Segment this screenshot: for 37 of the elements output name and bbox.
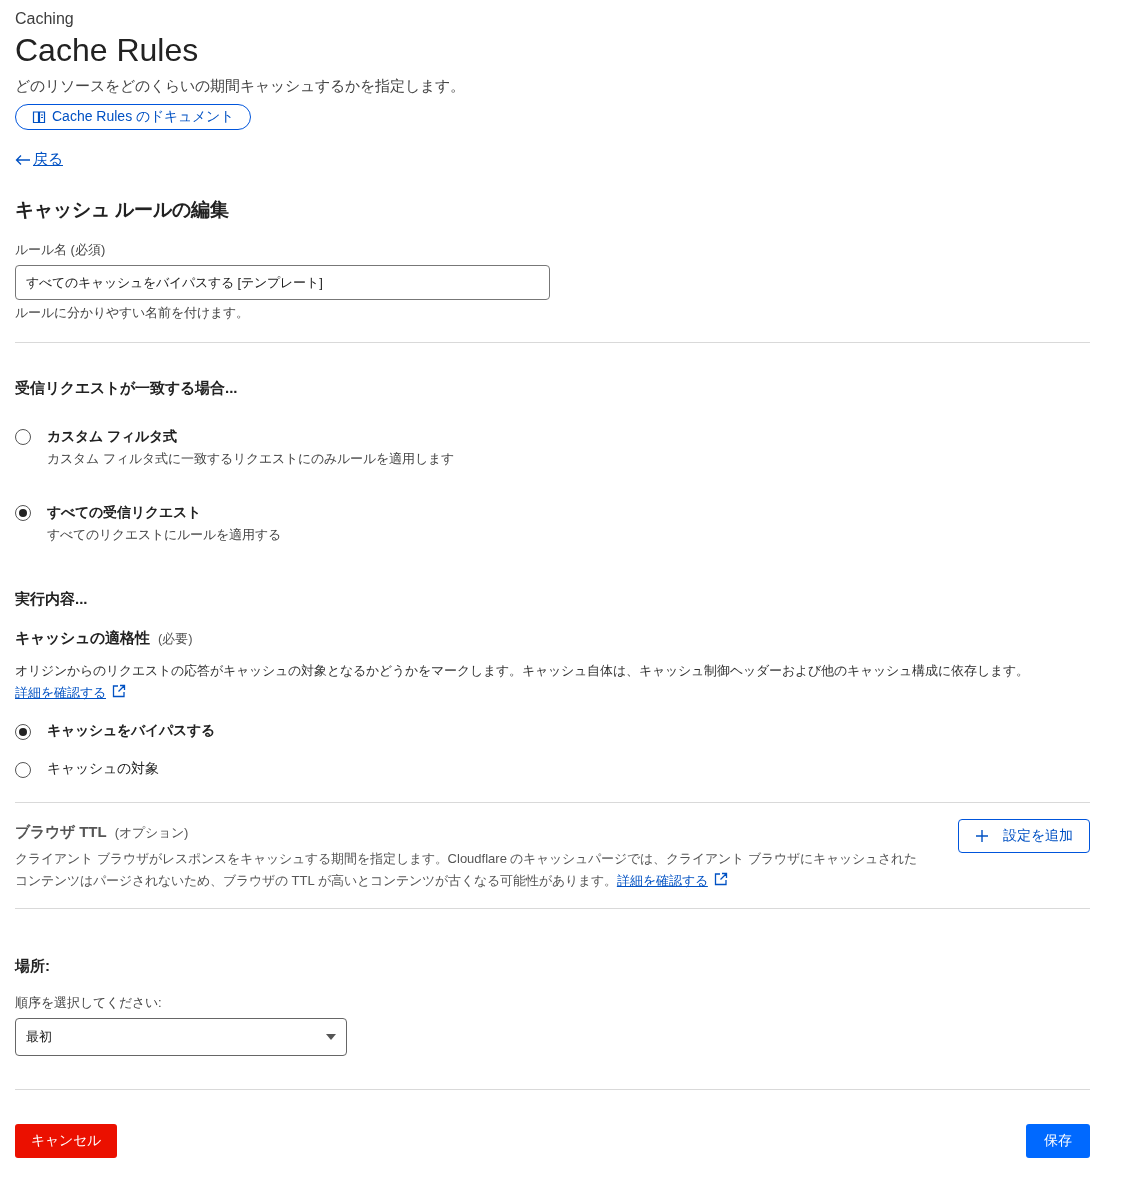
rule-name-field[interactable]: すべてのキャッシュをバイパスする [テンプレート] [15, 265, 550, 300]
page-title: Cache Rules [15, 32, 200, 69]
option-description: カスタム フィルタ式に一致するリクエストにのみルールを適用します [47, 450, 454, 468]
field-label: ルール名 (必須) [15, 241, 107, 259]
section-title: キャッシュ ルールの編集 [15, 198, 231, 222]
save-button[interactable]: 保存 [1026, 1124, 1090, 1159]
option-label: キャッシュをバイパスする [47, 722, 215, 741]
setting-description: オリジンからのリクエストの応答がキャッシュの対象となるかどうかをマークします。キャッシュ自体は、キャッシュ制御ヘッダーおよび他のキャッシュ構成に依存します。 詳細を確認する [15, 662, 1030, 703]
option-label: キャッシュの対象 [47, 760, 159, 779]
book-icon [32, 110, 46, 124]
option-description: すべてのリクエストにルールを適用する [47, 526, 281, 544]
add-setting-button[interactable]: 設定を追加 [958, 819, 1090, 854]
back-link[interactable]: 戻る [33, 150, 63, 169]
section-heading: 受信リクエストが一致する場合... [15, 379, 239, 398]
docs-button[interactable]: Cache Rules のドキュメント [15, 104, 252, 130]
option-label: カスタム フィルタ式 [47, 428, 178, 446]
field-label: 順序を選択してください: [15, 994, 163, 1013]
option-label: すべての受信リクエスト [47, 504, 202, 522]
learn-more-link[interactable]: 詳細を確認する [15, 685, 106, 701]
setting-title: ブラウザ TTL [15, 823, 107, 843]
order-dropdown[interactable]: 最初 [15, 1018, 347, 1057]
section-heading: 場所: [15, 957, 51, 977]
plus-icon [975, 829, 989, 844]
help-text: ルールに分かりやすい名前を付けます。 [15, 304, 250, 322]
setting-description: クライアント ブラウザがレスポンスをキャッシュする期間を指定します。Cloudflare のキャッシュパージでは、クライアント ブラウザにキャッシュされたコンテンツはパージされないため、ブラウザの TTL が高いとコンテンツが古くなる可能性があります。詳細を確認する [15, 850, 918, 891]
learn-more-link[interactable]: 詳細を確認する [616, 873, 708, 889]
arrow-left-icon[interactable] [15, 153, 31, 166]
cancel-button[interactable]: キャンセル [15, 1124, 117, 1159]
caret-icon [326, 1034, 336, 1041]
page-description: どのリソースをどのくらいの期間キャッシュするかを指定します。 [15, 77, 466, 96]
section-heading: 実行内容... [15, 590, 89, 609]
setting-title: キャッシュの適格性 [15, 629, 150, 648]
required-tag: (必要) [158, 630, 193, 648]
optional-tag: (オプション) [114, 824, 189, 843]
external-link-icon[interactable] [713, 872, 728, 887]
breadcrumb[interactable]: Caching [15, 10, 1090, 28]
external-link-icon[interactable] [112, 684, 126, 699]
